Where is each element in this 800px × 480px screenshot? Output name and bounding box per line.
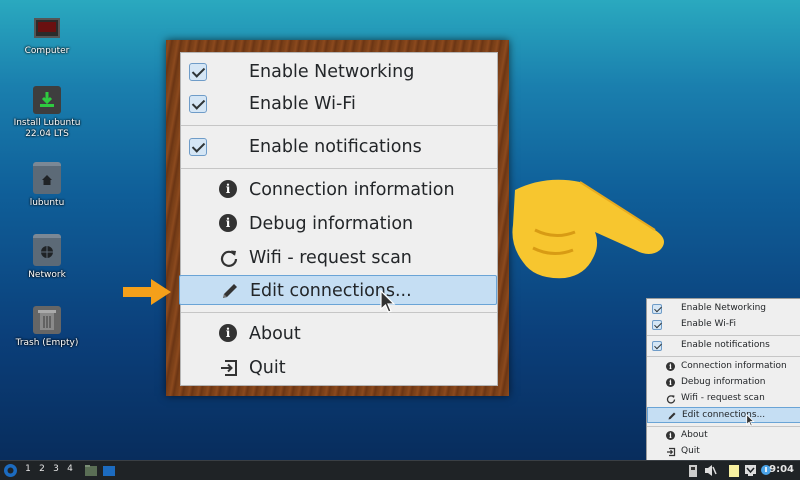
info-icon: i [666, 431, 676, 441]
workspace-1-button[interactable]: 1 [22, 464, 34, 474]
refresh-icon [666, 394, 676, 404]
info-icon: i [219, 214, 239, 234]
network-menu-enlarged: Enable Networking Enable Wi-Fi Enable no… [179, 52, 498, 386]
menu-item-debug-information[interactable]: i Debug information [647, 375, 800, 391]
menu-item-label: About [681, 430, 708, 440]
pointing-hand-icon [512, 179, 664, 279]
menu-separator [647, 426, 800, 427]
menu-item-quit[interactable]: Quit [181, 353, 497, 383]
menu-item-enable-wifi[interactable]: Enable Wi-Fi [181, 89, 497, 119]
menu-item-connection-information[interactable]: i Connection information [647, 359, 800, 375]
taskbar: 1 2 3 4 9:04 [0, 460, 800, 480]
desktop-icon-label: Computer [24, 46, 70, 56]
desktop-icon-label: Trash (Empty) [15, 338, 79, 348]
desktop-icon-label: lubuntu [29, 198, 65, 208]
network-folder-icon [33, 234, 61, 266]
installer-icon [33, 86, 61, 114]
info-icon: i [666, 378, 676, 388]
quit-icon [219, 358, 239, 378]
menu-item-label: Quit [681, 446, 700, 456]
checkbox-icon[interactable] [189, 95, 207, 113]
menu-item-label: Connection information [249, 180, 455, 200]
workspace-2-button[interactable]: 2 [36, 464, 48, 474]
checkbox-icon[interactable] [189, 138, 207, 156]
menu-item-label: Connection information [681, 361, 787, 371]
notes-icon[interactable] [728, 463, 740, 478]
info-icon: i [666, 362, 676, 372]
pointer-arrow-icon [123, 279, 171, 305]
menu-item-label: Enable Wi-Fi [249, 94, 356, 114]
workspace-3-button[interactable]: 3 [50, 464, 62, 474]
mouse-cursor-icon [746, 414, 755, 427]
menu-item-enable-wifi[interactable]: Enable Wi-Fi [647, 317, 800, 333]
menu-item-label: Wifi - request scan [249, 248, 412, 268]
info-icon: i [219, 324, 239, 344]
menu-item-about[interactable]: i About [181, 319, 497, 349]
menu-item-label: Debug information [249, 214, 414, 234]
menu-separator [181, 168, 497, 169]
clock[interactable]: 9:04 [769, 464, 794, 475]
menu-item-debug-information[interactable]: i Debug information [181, 209, 497, 239]
menu-separator [647, 335, 800, 336]
menu-separator [181, 125, 497, 126]
checkbox-icon[interactable] [652, 341, 662, 351]
menu-item-label: Quit [249, 358, 286, 378]
home-folder-icon [33, 162, 61, 194]
pencil-icon [667, 411, 677, 421]
checkbox-icon[interactable] [652, 320, 662, 330]
menu-item-enable-notifications[interactable]: Enable notifications [647, 338, 800, 354]
menu-separator [647, 356, 800, 357]
menu-item-label: Debug information [681, 377, 766, 387]
menu-item-label: Enable notifications [681, 340, 770, 350]
network-applet-icon[interactable] [744, 463, 757, 478]
lubuntu-start-icon[interactable] [3, 463, 18, 478]
menu-item-label: Enable Networking [249, 62, 415, 82]
desktop-icon-label: Install Lubuntu 22.04 LTS [13, 118, 81, 139]
menu-item-edit-connections[interactable]: Edit connections... [179, 275, 497, 305]
checkbox-icon[interactable] [189, 63, 207, 81]
menu-item-wifi-request-scan[interactable]: Wifi - request scan [181, 243, 497, 273]
pencil-icon [220, 281, 240, 301]
menu-item-label: Enable Wi-Fi [681, 319, 736, 329]
desktop-icon-home[interactable]: lubuntu [2, 162, 92, 209]
info-icon: i [219, 180, 239, 200]
desktop-icon-label: Network [28, 270, 66, 280]
tray-panel-icon[interactable] [688, 463, 698, 478]
menu-item-label: Wifi - request scan [681, 393, 765, 403]
mouse-cursor-icon [380, 290, 396, 313]
refresh-icon [219, 248, 239, 268]
file-manager-icon[interactable] [84, 463, 98, 478]
checkbox-icon[interactable] [652, 304, 662, 314]
desktop-icon-trash[interactable]: Trash (Empty) [2, 306, 92, 349]
menu-item-connection-information[interactable]: i Connection information [181, 175, 497, 205]
workspace-4-button[interactable]: 4 [64, 464, 76, 474]
desktop-icon-network[interactable]: Network [2, 234, 92, 281]
volume-muted-icon[interactable] [704, 463, 717, 478]
network-menu-tray: Enable Networking Enable Wi-Fi Enable no… [646, 298, 800, 464]
desktop-icon-installer[interactable]: Install Lubuntu 22.04 LTS [2, 86, 92, 140]
computer-icon [33, 14, 61, 42]
quit-icon [666, 447, 676, 457]
show-desktop-icon[interactable] [102, 463, 116, 478]
menu-item-enable-networking[interactable]: Enable Networking [181, 57, 497, 87]
menu-item-edit-connections[interactable]: Edit connections... [647, 407, 800, 423]
menu-separator [181, 312, 497, 313]
menu-item-label: Enable notifications [249, 137, 422, 157]
desktop-icon-computer[interactable]: Computer [2, 14, 92, 57]
menu-item-wifi-request-scan[interactable]: Wifi - request scan [647, 391, 800, 407]
menu-item-quit[interactable]: Quit [647, 444, 800, 460]
menu-item-enable-networking[interactable]: Enable Networking [647, 301, 800, 317]
menu-item-enable-notifications[interactable]: Enable notifications [181, 132, 497, 162]
menu-item-label: Enable Networking [681, 303, 767, 313]
menu-item-about[interactable]: i About [647, 428, 800, 444]
trash-icon [33, 306, 61, 334]
menu-item-label: About [249, 324, 301, 344]
